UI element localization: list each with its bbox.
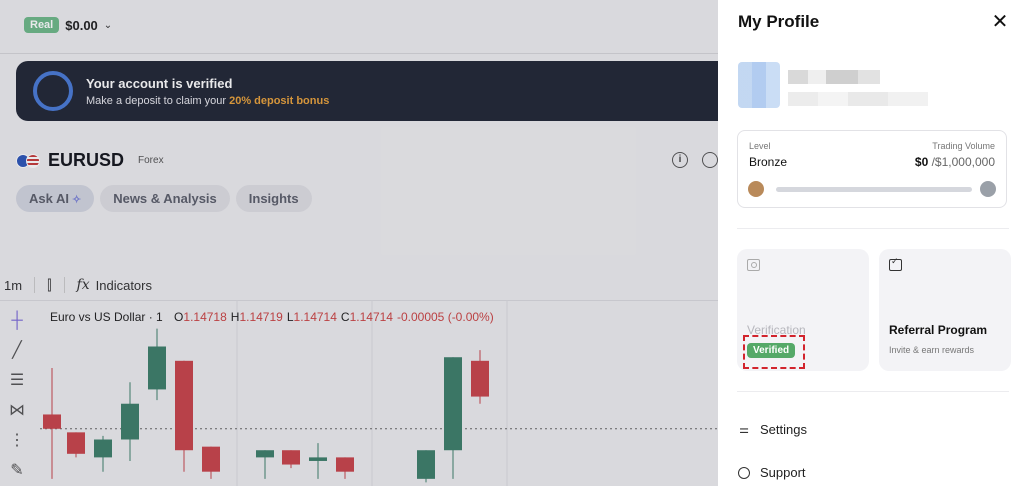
- account-switcher[interactable]: Real $0.00 ⌄: [24, 17, 112, 33]
- menu-item-support-label: Support: [760, 465, 806, 480]
- candle-body: [121, 403, 139, 440]
- tab-news-analysis[interactable]: News & Analysis: [100, 185, 230, 212]
- top-bar: Real $0.00 ⌄: [0, 0, 718, 54]
- divider: [737, 228, 1009, 229]
- candle-body: [202, 446, 220, 472]
- blurred-user-name: [788, 70, 880, 84]
- banner-title: Your account is verified: [86, 76, 233, 91]
- legend-open: 1.14718: [183, 310, 227, 324]
- sparkle-icon: ✧: [71, 194, 82, 206]
- verified-banner[interactable]: Your account is verified Make a deposit …: [16, 61, 718, 121]
- verified-badge: Verified: [747, 343, 796, 358]
- candle-body: [148, 346, 166, 390]
- sliders-icon: ⚌: [739, 423, 749, 436]
- id-card-icon: [747, 259, 760, 271]
- profile-drawer: My Profile ✕ Level Bronze Trading Volume…: [718, 0, 1024, 486]
- brush-icon[interactable]: ✎: [6, 462, 28, 480]
- account-balance: $0.00: [65, 17, 98, 33]
- info-icon[interactable]: i: [672, 152, 688, 168]
- candle-body: [417, 450, 435, 479]
- trend-line-icon[interactable]: ╱: [6, 342, 28, 360]
- divider: [63, 277, 65, 293]
- level-label: Level: [749, 141, 771, 151]
- candle-body: [444, 357, 462, 451]
- banner-subtitle-text: Make a deposit to claim your: [86, 95, 230, 107]
- instrument-symbol: EURUSD: [48, 150, 125, 170]
- level-progress-bar: [776, 187, 972, 192]
- trading-volume-current: $0: [914, 155, 929, 169]
- referral-subtitle: Invite & earn rewards: [889, 345, 975, 355]
- candle-body: [309, 457, 327, 461]
- progress-ring-icon: [33, 71, 73, 111]
- bronze-badge-icon: [748, 181, 764, 197]
- verification-card[interactable]: Verification Verified: [737, 249, 869, 371]
- horizontal-lines-icon[interactable]: ☰: [6, 372, 28, 390]
- trading-volume-label: Trading Volume: [932, 141, 995, 151]
- instrument-header: EURUSD Forex: [16, 150, 164, 171]
- silver-badge-icon: [980, 181, 996, 197]
- chart-toolbar: 1m ⫿ fx Indicators: [0, 272, 152, 298]
- candle-body: [336, 457, 354, 472]
- tab-ask-ai[interactable]: Ask AI ✧: [16, 185, 95, 212]
- instrument-tabs: Ask AI ✧ News & Analysis Insights: [16, 185, 312, 212]
- legend-close-label: C: [340, 310, 350, 324]
- legend-open-label: O: [174, 310, 184, 324]
- candle-body: [175, 360, 193, 451]
- menu-item-settings-label: Settings: [760, 422, 807, 437]
- instrument-category: Forex: [138, 155, 164, 166]
- us-flag-icon: [26, 153, 40, 168]
- level-card[interactable]: Level Bronze Trading Volume $0 /$1,000,0…: [737, 130, 1007, 208]
- currency-flags: [16, 153, 40, 168]
- account-mode-badge: Real: [24, 17, 60, 33]
- close-icon[interactable]: ✕: [990, 12, 1010, 32]
- blurred-user-email: [788, 92, 928, 106]
- pattern-icon[interactable]: ⋈: [6, 402, 28, 420]
- divider: [737, 391, 1009, 392]
- trading-app: Real $0.00 ⌄ Your account is verified Ma…: [0, 0, 718, 486]
- trading-volume-value: $0 /$1,000,000: [915, 155, 995, 169]
- tab-ask-ai-label: Ask AI: [29, 191, 69, 206]
- tab-insights[interactable]: Insights: [235, 185, 312, 212]
- legend-high: 1.14719: [239, 310, 283, 324]
- candles-icon[interactable]: ⫿: [47, 277, 51, 294]
- profile-title: My Profile: [738, 12, 820, 31]
- chart-legend: Euro vs US Dollar · 1 O1.14718 H1.14719 …: [50, 310, 494, 324]
- referral-title: Referral Program: [889, 323, 988, 337]
- avatar: [738, 62, 780, 108]
- legend-change: -0.00005 (-0.00%): [396, 310, 494, 324]
- candle-body: [256, 450, 274, 458]
- referral-card[interactable]: Referral Program Invite & earn rewards: [879, 249, 1011, 371]
- ticket-check-icon: [889, 256, 902, 271]
- legend-low-label: L: [286, 310, 294, 324]
- lifebuoy-icon: [738, 466, 750, 479]
- drawing-tools: ┼ ╱ ☰ ⋈ ⋮ ✎: [6, 312, 28, 480]
- deposit-bonus-link[interactable]: 20% deposit bonus: [229, 95, 329, 107]
- fx-icon[interactable]: fx: [77, 277, 90, 293]
- menu-item-settings[interactable]: ⚌ Settings: [738, 422, 807, 437]
- chevron-down-icon: ⌄: [103, 19, 113, 31]
- crosshair-icon[interactable]: ┼: [6, 312, 28, 330]
- candle-body: [282, 450, 300, 465]
- legend-title: Euro vs US Dollar · 1: [50, 310, 163, 324]
- alarm-clock-icon[interactable]: [702, 152, 718, 168]
- candle-body: [94, 439, 112, 458]
- candle-body: [43, 414, 61, 429]
- candle-body: [471, 360, 489, 397]
- level-value: Bronze: [749, 155, 788, 169]
- divider: [34, 277, 36, 293]
- trading-volume-max: /$1,000,000: [928, 155, 995, 169]
- candle-body: [67, 432, 85, 454]
- indicators-button[interactable]: Indicators: [96, 278, 152, 293]
- legend-close: 1.14714: [349, 310, 393, 324]
- menu-item-support[interactable]: Support: [738, 465, 806, 480]
- legend-low: 1.14714: [293, 310, 337, 324]
- price-chart[interactable]: [0, 300, 718, 486]
- banner-subtitle: Make a deposit to claim your 20% deposit…: [86, 95, 329, 107]
- timeframe-selector[interactable]: 1m: [4, 278, 22, 293]
- fib-icon[interactable]: ⋮: [6, 432, 28, 450]
